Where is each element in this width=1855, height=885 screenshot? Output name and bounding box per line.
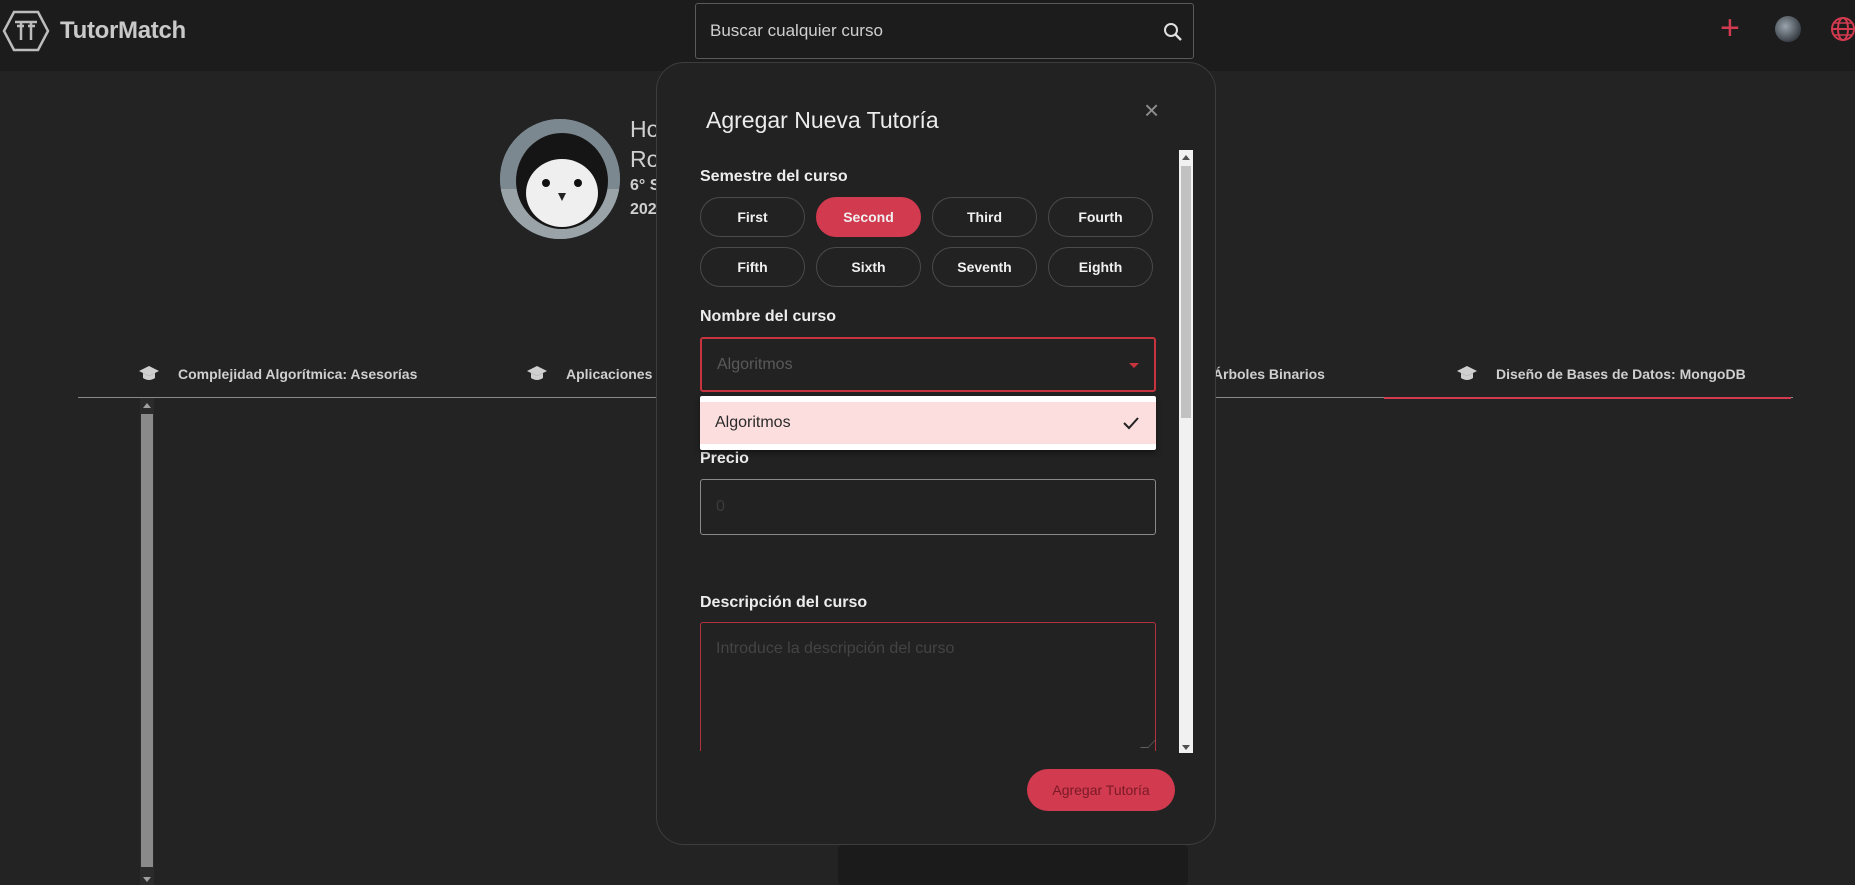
- course-name-value: Algoritmos: [717, 356, 793, 373]
- tab-label: Diseño de Bases de Datos: MongoDB: [1496, 366, 1746, 382]
- semester-chip-fourth[interactable]: Fourth: [1048, 197, 1153, 237]
- tab-mongodb[interactable]: Diseño de Bases de Datos: MongoDB: [1384, 350, 1791, 399]
- dropdown-caret-icon: [1129, 363, 1139, 368]
- search-input[interactable]: [710, 4, 1150, 58]
- description-placeholder: Introduce la descripción del curso: [716, 640, 955, 657]
- semester-chip-eighth[interactable]: Eighth: [1048, 247, 1153, 287]
- tab-label: Complejidad Algorítmica: Asesorías: [178, 366, 418, 382]
- semester-chips: First Second Third Fourth Fifth Sixth Se…: [700, 197, 1156, 287]
- semester-chip-fifth[interactable]: Fifth: [700, 247, 805, 287]
- search-icon[interactable]: [1163, 22, 1183, 42]
- graduation-cap-icon: [527, 366, 547, 380]
- app-name: TutorMatch: [60, 17, 186, 44]
- add-icon[interactable]: +: [1720, 8, 1740, 48]
- check-icon: [1123, 417, 1139, 430]
- semester-chip-second[interactable]: Second: [816, 197, 921, 237]
- background-card: [838, 845, 1188, 885]
- scroll-up-arrow[interactable]: [143, 403, 151, 408]
- content-scrollbar[interactable]: [140, 398, 154, 885]
- course-name-select[interactable]: Algoritmos: [700, 337, 1156, 392]
- search-bar: [695, 3, 1194, 59]
- modal-title: Agregar Nueva Tutoría: [706, 107, 939, 133]
- price-value: 0: [716, 498, 725, 515]
- semester-chip-seventh[interactable]: Seventh: [932, 247, 1037, 287]
- graduation-cap-icon: [139, 366, 159, 380]
- close-icon[interactable]: ×: [1144, 97, 1159, 123]
- scroll-down-arrow[interactable]: [1182, 745, 1190, 750]
- tab-aplicaciones[interactable]: Aplicaciones W: [526, 350, 669, 398]
- scroll-thumb[interactable]: [141, 414, 153, 867]
- semester-chip-first[interactable]: First: [700, 197, 805, 237]
- course-name-label: Nombre del curso: [700, 308, 837, 325]
- app-logo[interactable]: TutorMatch: [2, 10, 186, 52]
- tab-complejidad[interactable]: Complejidad Algorítmica: Asesorías: [138, 350, 417, 398]
- add-tutoring-modal: Agregar Nueva Tutoría × Semestre del cur…: [656, 62, 1216, 845]
- tab-label: Aplicaciones W: [566, 366, 670, 382]
- modal-scrollbar[interactable]: [1179, 150, 1193, 753]
- scroll-down-arrow[interactable]: [143, 877, 151, 882]
- profile-avatar: [500, 119, 620, 239]
- add-tutoring-button[interactable]: Agregar Tutoría: [1027, 769, 1175, 811]
- scroll-thumb[interactable]: [1181, 166, 1191, 418]
- price-input[interactable]: 0: [700, 479, 1156, 535]
- price-label: Precio: [700, 450, 749, 467]
- logo-icon: [2, 10, 50, 52]
- description-textarea[interactable]: Introduce la descripción del curso: [700, 622, 1156, 751]
- dropdown-option-algoritmos[interactable]: Algoritmos: [700, 402, 1156, 444]
- semester-chip-third[interactable]: Third: [932, 197, 1037, 237]
- graduation-cap-icon: [1457, 366, 1477, 380]
- user-avatar[interactable]: [1775, 16, 1801, 42]
- top-bar: TutorMatch +: [0, 0, 1855, 71]
- semester-label: Semestre del curso: [700, 168, 848, 185]
- scroll-up-arrow[interactable]: [1182, 155, 1190, 160]
- resize-handle[interactable]: [1140, 740, 1156, 748]
- option-label: Algoritmos: [715, 414, 791, 431]
- globe-icon[interactable]: [1830, 16, 1855, 42]
- description-label: Descripción del curso: [700, 594, 868, 611]
- course-dropdown-panel: Algoritmos: [700, 396, 1156, 450]
- penguin-photo: [500, 119, 620, 239]
- semester-chip-sixth[interactable]: Sixth: [816, 247, 921, 287]
